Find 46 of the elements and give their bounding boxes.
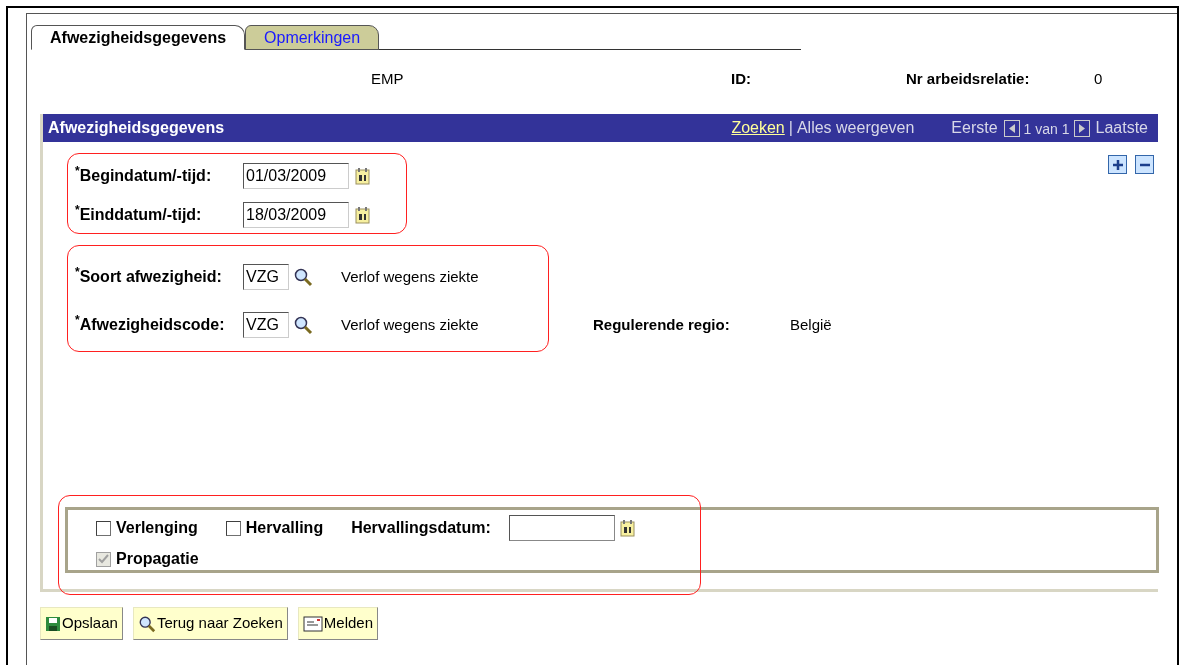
checkbox-label: Hervalling [245, 518, 324, 538]
search-icon[interactable] [293, 267, 313, 287]
date-field[interactable]: 01/03/2009 [243, 163, 349, 189]
search-link[interactable]: Zoeken [731, 116, 785, 140]
toolbar-button[interactable]: Melden [297, 607, 378, 640]
toolbar-button[interactable]: Terug naar Zoeken [132, 607, 288, 640]
code-description: Verlof wegens ziekte [341, 266, 480, 287]
separator: | [788, 118, 793, 138]
employee-name: EMP [371, 68, 405, 89]
field-label: $^{*}$Einddatum/-tijd: [75, 203, 203, 225]
field-label: $^{*}$Soort afwezigheid: [75, 265, 223, 287]
toolbar-button[interactable]: Opslaan [40, 607, 123, 640]
page-counter: 1 van 1 [1023, 120, 1070, 139]
panel-title: Afwezigheidsgegevens [48, 118, 225, 138]
calendar-icon[interactable] [355, 167, 371, 185]
tab[interactable]: Opmerkingen [245, 25, 380, 50]
add-row-button[interactable] [1108, 155, 1127, 174]
delete-row-button[interactable] [1135, 155, 1154, 174]
checkbox[interactable] [96, 520, 111, 536]
field-label: $^{*}$Afwezigheidscode: [75, 313, 226, 335]
date-field[interactable] [508, 515, 615, 541]
relation-label: Nr arbeidsrelatie: [906, 68, 1031, 89]
message-icon [302, 615, 323, 632]
tab[interactable]: Afwezigheidsgegevens [31, 25, 246, 50]
last-label: Laatste [1095, 118, 1148, 138]
id-label: ID: [731, 68, 752, 89]
calendar-icon[interactable] [619, 519, 636, 537]
first-label: Eerste [951, 118, 998, 138]
checkbox-label: Verlenging [116, 518, 198, 538]
next-icon[interactable] [1073, 119, 1090, 137]
code-field[interactable]: VZG [243, 264, 289, 290]
region-value: België [790, 314, 832, 335]
code-description: Verlof wegens ziekte [341, 314, 480, 335]
plus-icon [1111, 158, 1124, 171]
field-label: $^{*}$Begindatum/-tijd: [75, 164, 213, 186]
date-field[interactable]: 18/03/2009 [243, 202, 349, 228]
search-icon[interactable] [293, 315, 313, 335]
code-field[interactable]: VZG [243, 312, 289, 338]
region-label: Regulerende regio: [593, 314, 731, 335]
search-icon[interactable] [137, 614, 156, 633]
relation-value: 0 [1094, 68, 1103, 89]
calendar-icon[interactable] [355, 206, 371, 224]
checkbox[interactable] [225, 520, 241, 536]
previous-icon[interactable] [1003, 119, 1020, 137]
checkbox-label: Propagatie [116, 549, 199, 569]
field-label: Hervallingsdatum: [351, 518, 491, 538]
